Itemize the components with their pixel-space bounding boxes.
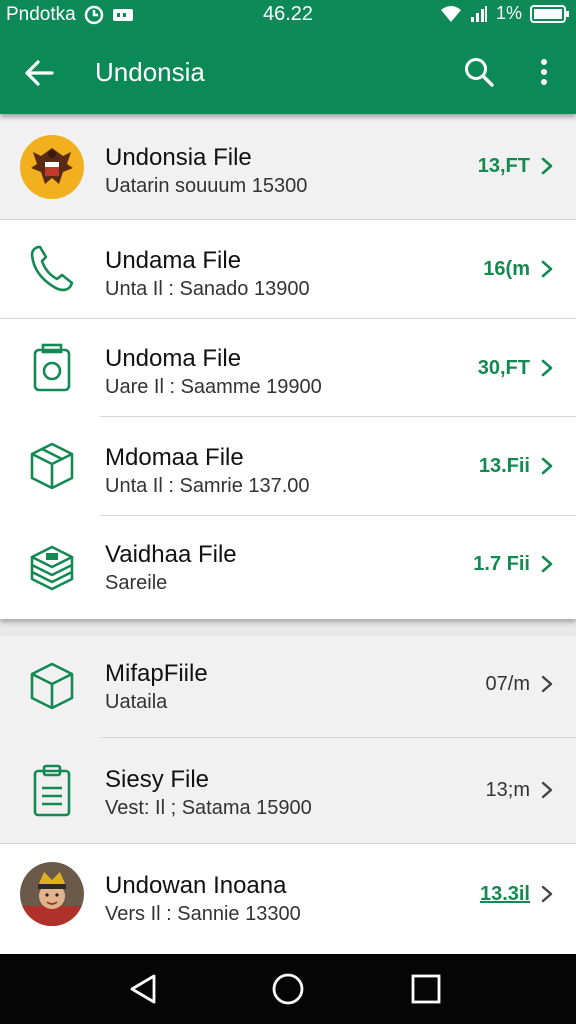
more-vert-icon[interactable]: [530, 55, 558, 89]
file-list-primary: Undonsia File Uatarin souuum 15300 13,FT…: [0, 114, 576, 619]
wifi-icon: [440, 5, 462, 23]
person-avatar: [18, 860, 86, 928]
file-subtitle: Unta Il : Samrie 137.00: [105, 475, 310, 497]
nav-recents-icon[interactable]: [408, 971, 444, 1007]
chevron-right-icon: [538, 780, 556, 800]
list-item[interactable]: Vaidhaa File Sareile 1.7 Fii: [0, 516, 576, 619]
file-size: 13,FT: [477, 155, 530, 177]
file-subtitle: Sareile: [105, 572, 168, 594]
chevron-right-icon: [538, 156, 556, 176]
arrow-back-icon[interactable]: [22, 56, 56, 90]
chevron-right-icon: [538, 674, 556, 694]
clipboard-icon: [18, 756, 86, 824]
nav-back-icon[interactable]: [126, 971, 162, 1007]
box-icon: [18, 432, 86, 500]
status-bar: Pndotka 46.22 1%: [0, 0, 576, 30]
file-list-secondary: MifapFiile Uataila 07/m Siesy File Vest:…: [0, 636, 576, 954]
phone-icon: [18, 235, 86, 303]
file-size-link[interactable]: 13.3il: [480, 883, 530, 906]
file-subtitle: Uataila: [105, 691, 168, 713]
list-item[interactable]: Undowan Inoana Vers Il : Sannie 13300 13…: [0, 844, 576, 954]
file-size: 07/m: [485, 673, 530, 695]
list-item[interactable]: Undonsia File Uatarin souuum 15300 13,FT: [0, 114, 576, 220]
file-size: 13.Fii: [478, 455, 530, 477]
list-item[interactable]: Mdomaa File Unta Il : Samrie 137.00 13.F…: [0, 417, 576, 516]
box-icon: [18, 652, 86, 720]
file-name: Undonsia File: [105, 144, 252, 171]
file-name: Undoma File: [105, 345, 242, 372]
file-size: 1.7 Fii: [473, 553, 530, 575]
file-size: 13;m: [485, 779, 530, 801]
file-subtitle: Unta Il : Sanado 13900: [105, 278, 310, 300]
file-name: Undama File: [105, 247, 242, 274]
file-name: Mdomaa File: [105, 444, 244, 471]
nav-home-icon[interactable]: [270, 971, 306, 1007]
list-item[interactable]: MifapFiile Uataila 07/m: [0, 636, 576, 738]
list-item[interactable]: Siesy File Vest: Il ; Satama 15900 13;m: [0, 738, 576, 844]
list-item[interactable]: Undama File Unta Il : Sanado 13900 16(m: [0, 220, 576, 319]
file-subtitle: Uatarin souuum 15300: [105, 175, 308, 197]
search-icon[interactable]: [462, 55, 496, 89]
file-size: 16(m: [483, 258, 530, 280]
status-right: 1%: [440, 3, 570, 24]
chevron-right-icon: [538, 554, 556, 574]
file-subtitle: Vest: Il ; Satama 15900: [105, 797, 312, 819]
camera-icon: [18, 334, 86, 402]
chevron-right-icon: [538, 358, 556, 378]
file-name: MifapFiile: [105, 660, 208, 687]
file-subtitle: Vers Il : Sannie 13300: [105, 903, 301, 925]
chevron-right-icon: [538, 456, 556, 476]
list-item[interactable]: Undoma File Uare Il : Saamme 19900 30,FT: [0, 319, 576, 417]
file-name: Siesy File: [105, 766, 210, 793]
file-size: 30,FT: [477, 357, 530, 379]
file-subtitle: Uare Il : Saamme 19900: [105, 376, 322, 398]
battery-icon: [530, 4, 570, 24]
system-nav-bar: [0, 954, 576, 1024]
chevron-right-icon: [538, 884, 556, 904]
file-name: Undowan Inoana: [105, 872, 287, 899]
file-name: Vaidhaa File: [105, 541, 237, 568]
stack-icon: [18, 531, 86, 599]
signal-icon: [470, 5, 488, 23]
battery-percent: 1%: [495, 3, 522, 23]
page-title: Undonsia: [95, 57, 205, 87]
emblem-avatar: [18, 133, 86, 201]
app-bar: Undonsia: [0, 30, 576, 114]
chevron-right-icon: [538, 259, 556, 279]
